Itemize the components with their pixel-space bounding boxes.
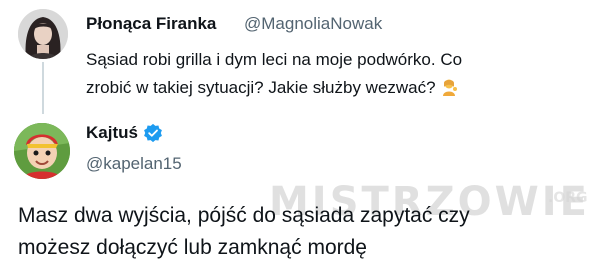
verified-badge-icon <box>144 123 162 143</box>
avatar-woman-photo <box>18 9 68 59</box>
author-handle[interactable]: @MagnoliaNowak <box>244 14 382 34</box>
author-name-text: Kajtuś <box>86 123 138 142</box>
author-name[interactable]: Płonąca Firanka <box>86 14 216 34</box>
avatar-plonaca-firanka[interactable] <box>18 9 68 59</box>
tweet-text-line-content: zrobić w takiej sytuacji? Jakie służby w… <box>86 78 436 97</box>
tweet-text-line: zrobić w takiej sytuacji? Jakie służby w… <box>86 74 592 102</box>
tweet-text-line: Masz dwa wyjścia, pójść do sąsiada zapyt… <box>18 204 470 227</box>
tweet-text-line: możesz dołączyć lub zamknąć mordę <box>18 236 367 259</box>
tweet-text: Masz dwa wyjścia, pójść do sąsiada zapyt… <box>18 200 598 264</box>
author-handle[interactable]: @kapelan15 <box>86 154 182 174</box>
avatar-kajtus[interactable] <box>14 123 70 179</box>
tweet-text: Sąsiad robi grilla i dym leci na moje po… <box>86 46 592 102</box>
thread-connector-line <box>42 62 44 114</box>
person-tipping-hand-icon <box>442 79 457 96</box>
avatar-cartoon-boy <box>14 123 70 179</box>
author-name[interactable]: Kajtuś <box>86 123 163 143</box>
tweet-text-line: Sąsiad robi grilla i dym leci na moje po… <box>86 50 463 69</box>
